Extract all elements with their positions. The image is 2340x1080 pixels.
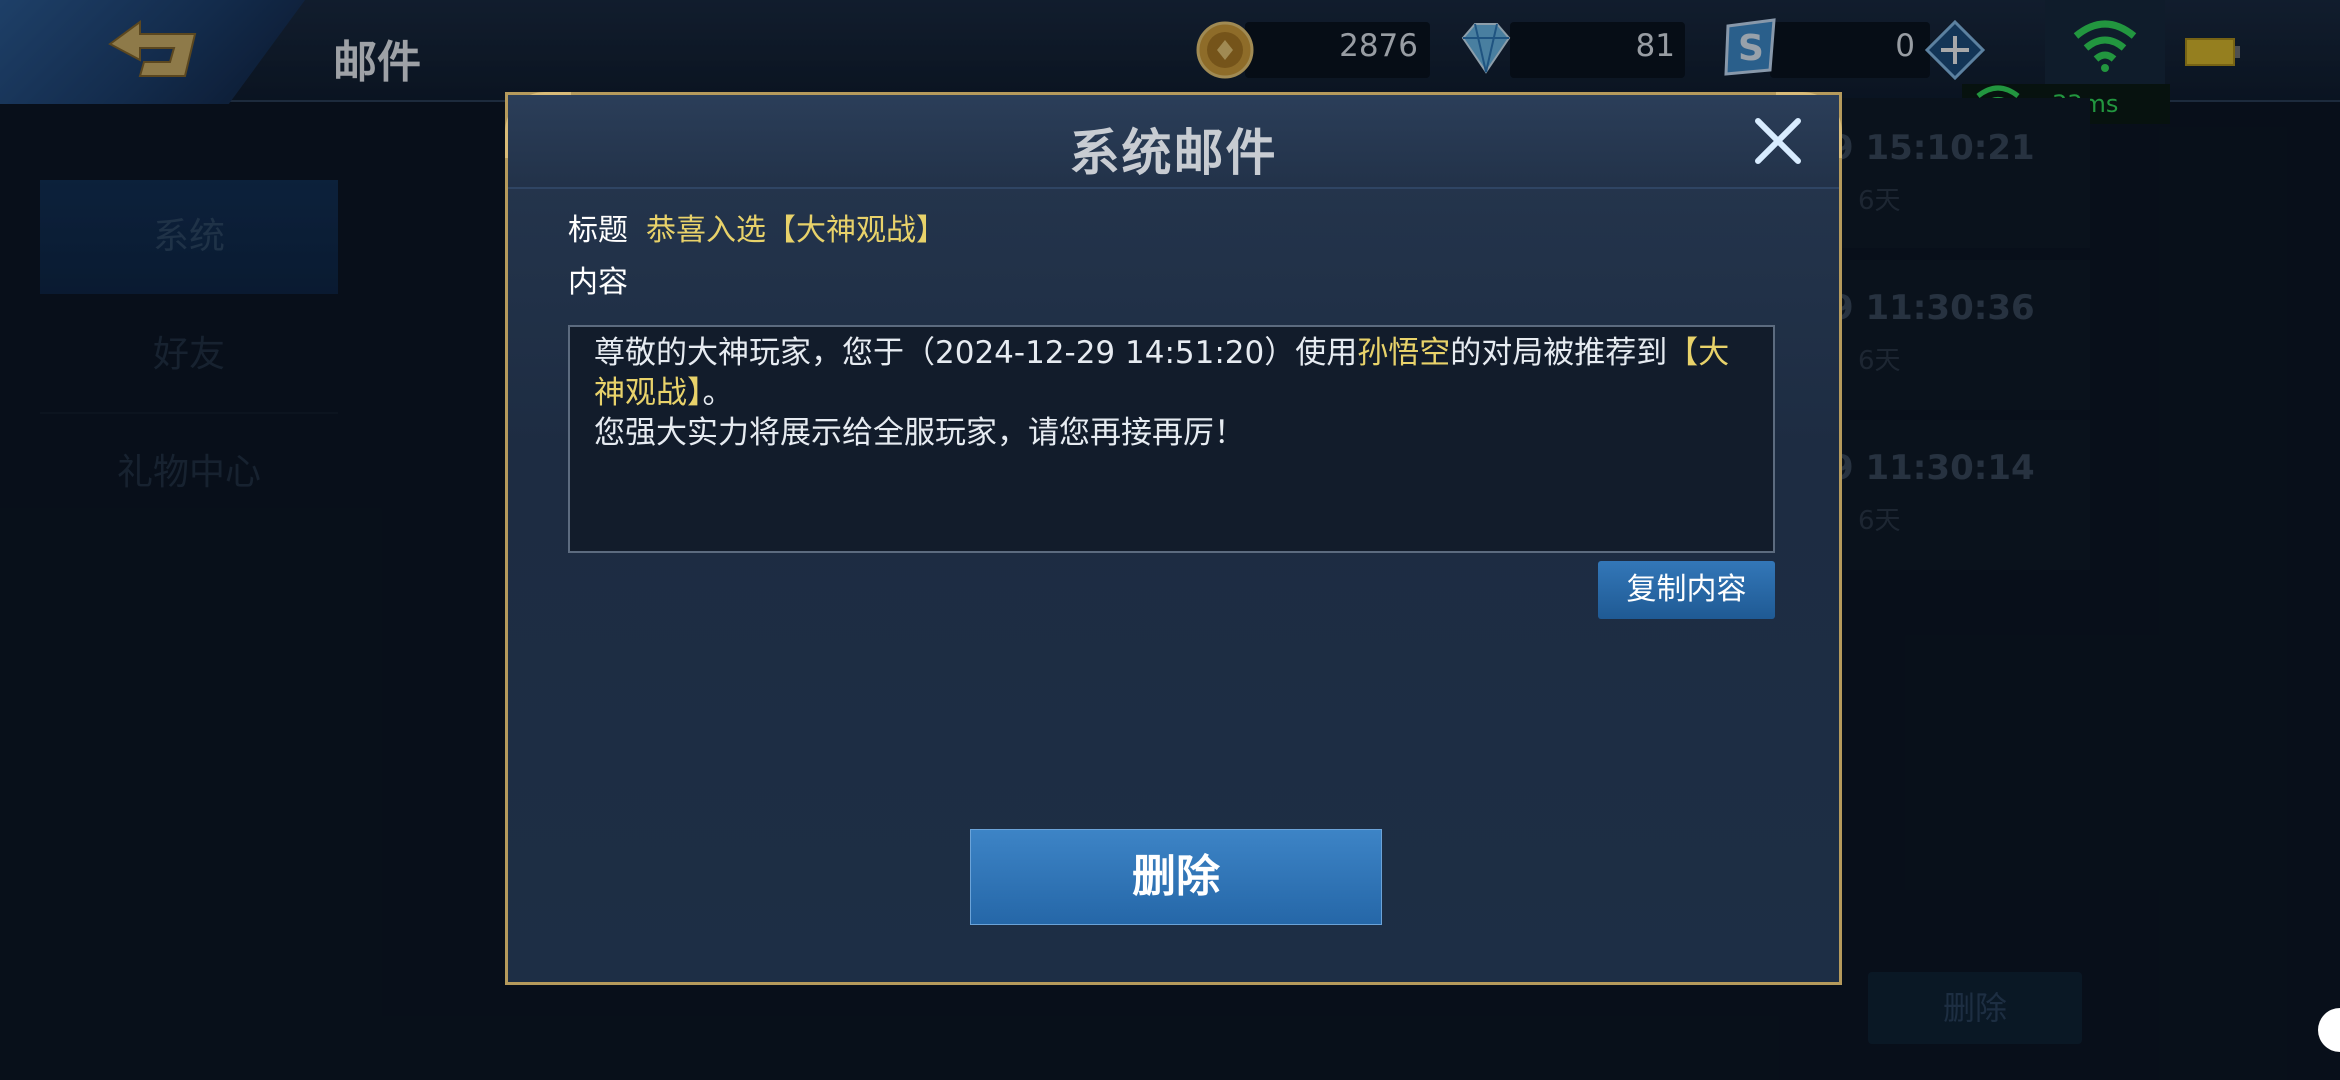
copy-content-button[interactable]: 复制内容 [1598, 561, 1775, 619]
content-text: 尊敬的大神玩家，您于（2024-12-29 14:51:20）使用 [594, 335, 1358, 371]
close-button[interactable] [1748, 111, 1808, 171]
close-icon [1755, 118, 1801, 164]
mail-content-line2: 您强大实力将展示给全服玩家，请您再接再厉！ [594, 415, 1245, 451]
hero-name: 孙悟空 [1357, 335, 1451, 371]
content-text: 的对局被推荐到 [1450, 335, 1668, 371]
mail-content-line1: 尊敬的大神玩家，您于（2024-12-29 14:51:20）使用孙悟空的对局被… [594, 333, 1749, 413]
delete-mail-button[interactable]: 删除 [970, 829, 1382, 925]
content-label: 内容 [568, 265, 628, 300]
dialog-title: 系统邮件 [1069, 124, 1278, 182]
subject-label: 标题 [568, 213, 628, 248]
mail-content-box[interactable]: 尊敬的大神玩家，您于（2024-12-29 14:51:20）使用孙悟空的对局被… [568, 325, 1775, 553]
system-mail-dialog: 系统邮件 标题 恭喜入选【大神观战】 内容 尊敬的大神玩家，您于（2024-12… [505, 92, 1842, 985]
mail-subject: 恭喜入选【大神观战】 [646, 213, 946, 248]
content-text: 。 [702, 375, 734, 411]
